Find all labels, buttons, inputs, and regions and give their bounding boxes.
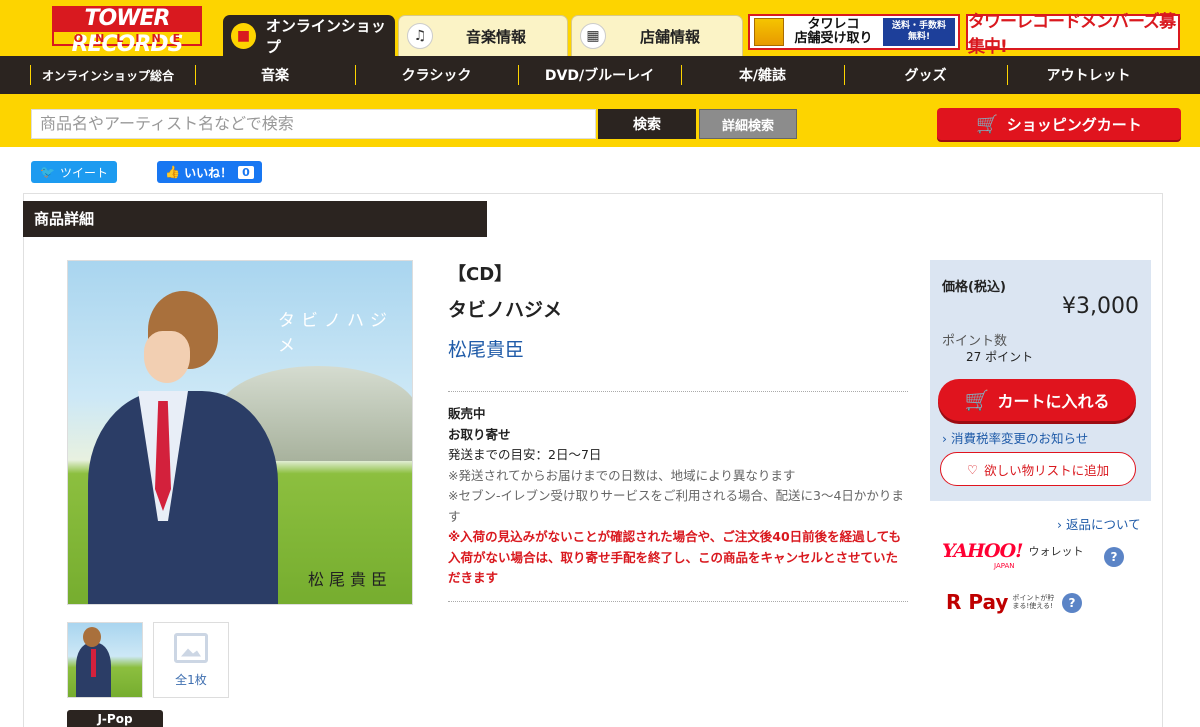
free-line1: 送料・手数料 [891, 21, 946, 31]
thumbs-up-icon: 👍 [165, 165, 181, 179]
shopping-cart-button[interactable]: 🛒 ショッピングカート [937, 108, 1181, 140]
nav-item-classic[interactable]: クラシック [355, 56, 518, 94]
thumbnail-cover[interactable] [67, 622, 143, 698]
nav-item-outlet[interactable]: アウトレット [1007, 56, 1170, 94]
tab-store-info[interactable]: ▦ 店舗情報 [571, 15, 743, 56]
search-button[interactable]: 検索 [598, 109, 696, 139]
nav-item-dvd-bluray[interactable]: DVD/ブルーレイ [518, 56, 681, 94]
headphones-icon: ♫ [407, 23, 433, 49]
rpay-logo-text: R Pay [946, 590, 1009, 614]
shop-bag-icon: ■ [231, 22, 256, 49]
add-to-cart-label: カートに入れる [997, 392, 1110, 411]
logo-subtext: ONLINE [52, 32, 202, 46]
tweet-label: ツイート [59, 165, 108, 180]
shipping-note-region: ※発送されてからお届けまでの日数は、地域により異なります [448, 467, 796, 483]
pickup-line1: タワレコ [807, 17, 860, 32]
tab-label: 店舗情報 [639, 27, 700, 46]
nav-item-music[interactable]: 音楽 [195, 56, 355, 94]
heart-icon: ♡ [966, 461, 979, 477]
artist-link[interactable]: 松尾貴臣 [448, 335, 524, 362]
rakuten-pay-logo: R Pay ポイントが貯まる!使える! [946, 590, 1056, 614]
tab-label: 音楽情報 [465, 27, 526, 46]
building-icon: ▦ [580, 23, 606, 49]
product-title: タビノハジメ [448, 299, 563, 321]
tab-label: オンラインショップ [265, 16, 386, 56]
price-box: 価格(税込) ¥3,000 ポイント数 27 ポイント 🛒 カートに入れる › … [930, 260, 1151, 501]
help-icon[interactable]: ? [1062, 593, 1082, 613]
tab-music-info[interactable]: ♫ 音楽情報 [398, 15, 568, 56]
pickup-banner-title: タワレコ 店舗受け取り [784, 18, 883, 46]
section-title: 商品詳細 [23, 201, 487, 237]
tax-notice-label: 消費税率変更のお知らせ [950, 431, 1089, 446]
nav-item-books[interactable]: 本/雑誌 [681, 56, 844, 94]
price-label: 価格(税込) [942, 280, 1006, 295]
like-label: いいね！ [184, 165, 233, 180]
nav-label: オンラインショップ総合 [42, 68, 175, 83]
tower-records-logo[interactable]: TOWER RECORDS ONLINE [52, 6, 202, 57]
search-input[interactable]: 商品名やアーティスト名などで検索 [31, 109, 596, 139]
free-line2: 無料! [907, 32, 931, 42]
cover-artist: 松尾貴臣 [308, 570, 393, 589]
thumbnail-all-images[interactable]: 全1枚 [153, 622, 229, 698]
pickup-line2: 店舗受け取り [794, 31, 873, 46]
cover-title: タビノハジメ [278, 311, 393, 356]
store-building-icon [754, 18, 784, 46]
logo-text: TOWER RECORDS [52, 6, 202, 57]
help-icon[interactable]: ? [1104, 547, 1124, 567]
members-banner[interactable]: タワーレコードメンバーズ募集中! [966, 12, 1180, 57]
top-header: TOWER RECORDS ONLINE ■ オンラインショップ ♫ 音楽情報 … [0, 0, 1200, 57]
order-type: お取り寄せ [448, 426, 511, 442]
album-cover-image[interactable]: タビノハジメ 松尾貴臣 [67, 260, 413, 605]
store-pickup-banner[interactable]: タワレコ 店舗受け取り 送料・手数料 無料! [748, 14, 960, 50]
twitter-bird-icon: 🐦 [40, 165, 55, 179]
nav-item-online-shop-top[interactable]: オンラインショップ総合 [0, 56, 195, 94]
divider [448, 391, 908, 392]
yahoo-wallet-logo: YAHOO! JAPAN ウォレット [942, 540, 1084, 570]
genre-tag[interactable]: J-Pop [67, 710, 163, 727]
cart-icon: 🛒 [976, 113, 999, 135]
like-count: 0 [238, 165, 254, 179]
returns-label: 返品について [1065, 517, 1141, 532]
returns-link[interactable]: › 返品について [1057, 514, 1141, 533]
cart-icon: 🛒 [964, 388, 990, 412]
yahoo-japan-text: JAPAN [994, 562, 1015, 570]
search-bar: 商品名やアーティスト名などで検索 検索 詳細検索 🛒 ショッピングカート [0, 94, 1200, 147]
product-format: 【CD】 [448, 264, 513, 285]
image-gallery-icon [174, 632, 208, 663]
cancellation-warning: ※入荷の見込みがないことが確認された場合や、ご注文後40日前後を経過しても入荷が… [448, 529, 902, 585]
free-shipping-badge: 送料・手数料 無料! [883, 18, 955, 46]
cart-label: ショッピングカート [1006, 115, 1142, 134]
shipping-estimate: 発送までの目安：2日〜7日 [448, 447, 602, 462]
thumbnail-count: 全1枚 [175, 672, 207, 687]
nav-item-goods[interactable]: グッズ [844, 56, 1007, 94]
facebook-like-button[interactable]: 👍 いいね！ 0 [157, 161, 262, 183]
advanced-search-button[interactable]: 詳細検索 [699, 109, 797, 139]
tweet-button[interactable]: 🐦 ツイート [31, 161, 117, 183]
tab-online-shop[interactable]: ■ オンラインショップ [223, 15, 395, 56]
shipping-note-seven-eleven: ※セブン-イレブン受け取りサービスをご利用される場合、配送に3〜4日かかります [448, 488, 904, 524]
availability-info: 販売中 お取り寄せ 発送までの目安：2日〜7日 ※発送されてからお届けまでの日数… [448, 404, 910, 589]
rpay-sub-text: ポイントが貯まる!使える! [1012, 594, 1055, 610]
wishlist-label: 欲しい物リストに追加 [984, 462, 1110, 478]
points-label: ポイント数 [942, 334, 1008, 349]
divider [448, 601, 908, 602]
add-to-cart-button[interactable]: 🛒 カートに入れる [938, 379, 1136, 421]
price-amount: ¥3,000 [1062, 294, 1139, 319]
add-to-wishlist-button[interactable]: ♡ 欲しい物リストに追加 [940, 452, 1136, 486]
cover-person [88, 291, 278, 604]
yahoo-wallet-text: ウォレット [1028, 545, 1084, 558]
points-value: 27 ポイント [966, 350, 1034, 364]
sale-status: 販売中 [448, 406, 486, 421]
category-nav: オンラインショップ総合 音楽 クラシック DVD/ブルーレイ 本/雑誌 グッズ … [0, 56, 1200, 94]
yahoo-logo-text: YAHOO! [942, 540, 1023, 562]
tax-notice-link[interactable]: › 消費税率変更のお知らせ [942, 428, 1088, 447]
